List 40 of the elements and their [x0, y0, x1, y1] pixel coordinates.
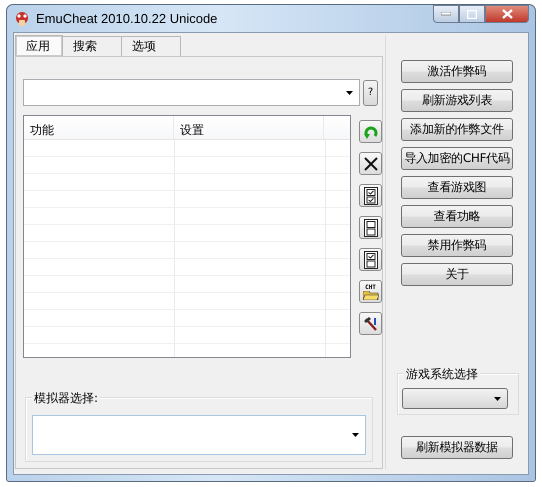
dropdown-arrow-icon	[346, 90, 353, 94]
checkbox-list-icon	[364, 186, 378, 204]
checkbox-list-icon	[364, 218, 378, 236]
delete-button[interactable]	[359, 152, 382, 175]
action-button[interactable]: 关于	[401, 263, 513, 286]
action-button[interactable]: 刷新游戏列表	[401, 89, 513, 112]
uncheck-all-button[interactable]	[359, 216, 382, 239]
cross-icon	[364, 156, 378, 170]
system-dropdown[interactable]	[402, 388, 508, 409]
group-label: 游戏系统选择	[404, 366, 480, 383]
action-button[interactable]: 查看功略	[401, 205, 513, 228]
dropdown-arrow-icon	[352, 433, 359, 437]
maximize-icon	[467, 10, 477, 18]
mushroom-icon	[14, 10, 30, 26]
maximize-button[interactable]	[459, 5, 485, 23]
minimize-button[interactable]	[433, 5, 459, 23]
hammer-screwdriver-icon	[362, 316, 378, 332]
dropdown-arrow-icon	[494, 396, 501, 400]
close-icon	[502, 9, 512, 19]
action-button[interactable]: 导入加密的CHF代码	[401, 147, 513, 170]
check-all-button[interactable]	[359, 184, 382, 207]
close-button[interactable]	[485, 5, 529, 23]
refresh-button[interactable]	[359, 120, 382, 143]
action-button[interactable]: 禁用作弊码	[401, 234, 513, 257]
column-header: 功能	[24, 116, 174, 139]
window-title: EmuCheat 2010.10.22 Unicode	[36, 11, 218, 26]
check-some-button[interactable]	[359, 248, 382, 271]
group-label: 模拟器选择:	[32, 390, 100, 407]
checkbox-list-icon	[364, 250, 378, 268]
action-button[interactable]: 激活作弊码	[401, 60, 513, 83]
refresh-icon	[362, 124, 378, 140]
tab[interactable]: 选项	[121, 36, 181, 56]
tools-button[interactable]	[359, 312, 382, 335]
action-button[interactable]: 查看游戏图	[401, 176, 513, 199]
column-header: 设置	[174, 116, 324, 139]
help-button[interactable]: ?	[363, 80, 378, 106]
refresh-emulator-button[interactable]: 刷新模拟器数据	[401, 436, 513, 459]
action-button[interactable]: 添加新的作弊文件	[401, 118, 513, 141]
tab[interactable]: 应用	[15, 35, 63, 56]
minimize-icon	[441, 12, 451, 16]
